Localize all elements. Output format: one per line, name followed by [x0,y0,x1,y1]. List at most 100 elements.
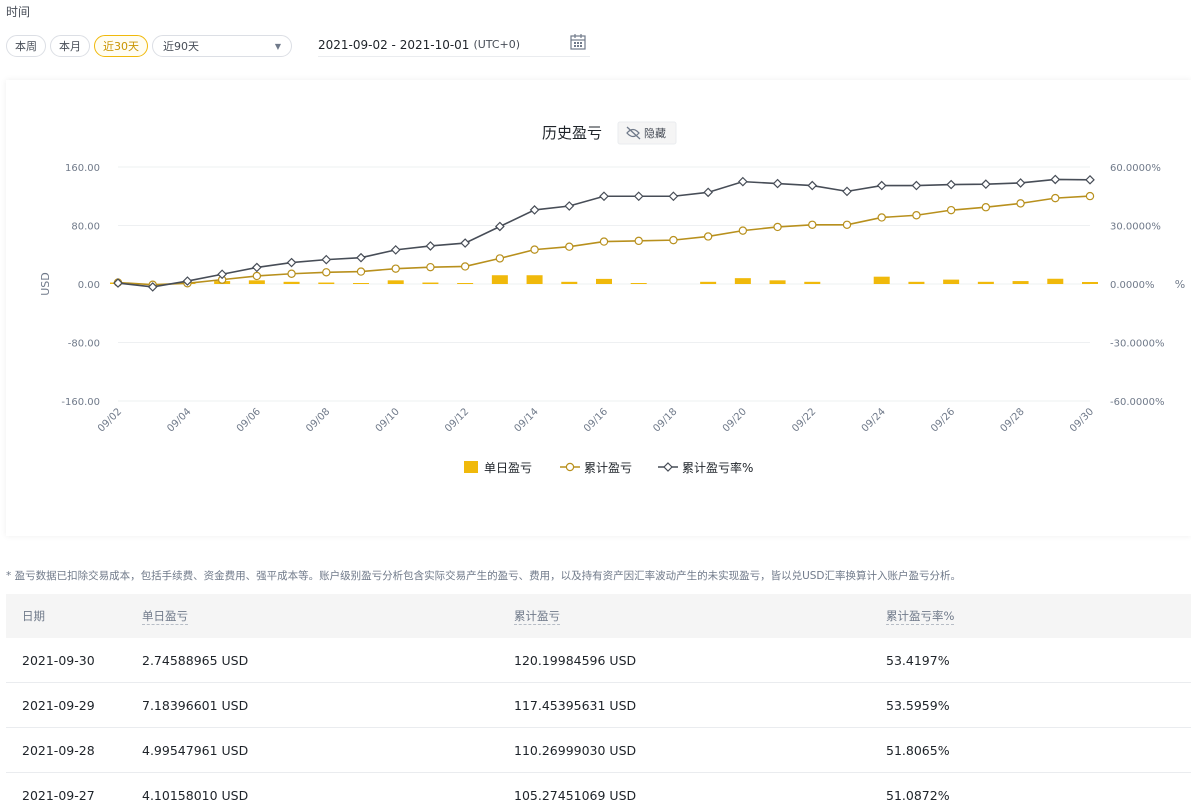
cell-cumulative-pnl: 110.26999030 USD [514,742,637,758]
point-cumulative-pnl [287,269,296,278]
bar-daily-pnl [561,281,578,284]
x-tick-label: 09/24 [860,406,888,434]
point-cumulative-rate [321,254,332,265]
pnl-chart-card: 历史盈亏 隐藏 160.00 80.00 0.00 -80.00 -160.00 60.000… [6,80,1191,536]
bar-daily-pnl [804,281,821,284]
point-cumulative-pnl [773,222,782,232]
bar-daily-pnl [908,281,925,284]
x-tick-label: 09/22 [790,406,818,434]
legend-marker-rate [663,462,673,472]
filter-this-week[interactable]: 本周 [6,35,46,57]
point-cumulative-pnl [669,235,678,245]
cell-date: 2021-09-27 [22,787,95,803]
point-cumulative-rate [495,221,505,232]
cell-cumulative-rate: 51.8065% [886,742,950,758]
date-range-picker[interactable]: 2021-09-02 - 2021-10-01 (UTC+0) [318,33,590,57]
pnl-chart: 历史盈亏 隐藏 160.00 80.00 0.00 -80.00 -160.00 60.000… [39,121,1185,475]
header-daily-pnl[interactable]: 单日盈亏 [142,608,188,625]
bar-daily-pnl [526,275,543,284]
bar-daily-pnl [457,283,474,284]
point-cumulative-pnl [1016,199,1025,208]
cell-daily-pnl: 2.74588965 USD [142,652,249,668]
cell-date: 2021-09-30 [22,652,95,668]
point-cumulative-rate [946,179,956,190]
bar-daily-pnl [873,276,890,284]
hide-label: 隐藏 [644,127,666,140]
point-cumulative-pnl [738,226,748,235]
point-cumulative-rate [981,179,991,190]
point-cumulative-rate [286,257,297,268]
point-cumulative-rate [703,187,713,198]
y-tick-label: -160.00 [61,397,100,408]
x-tick-label: 09/14 [513,406,541,434]
point-cumulative-rate [842,186,852,197]
y2-tick-label: -60.0000% [1110,397,1164,408]
point-cumulative-rate [460,238,470,248]
bar-daily-pnl [387,280,404,284]
x-tick-label: 09/16 [582,406,610,434]
bar-daily-pnl [769,280,786,284]
bar-daily-pnl [630,283,647,284]
legend-label-rate: 累计盈亏率% [682,460,753,475]
cell-daily-pnl: 4.10158010 USD [142,787,249,803]
point-cumulative-pnl [1051,193,1060,203]
point-cumulative-pnl [460,262,470,271]
bar-daily-pnl [491,275,508,284]
bar-daily-pnl [700,281,717,284]
legend-label-daily: 单日盈亏 [484,461,532,475]
y2-axis-label: % [1175,278,1185,291]
bar-daily-pnl [318,282,335,284]
cell-daily-pnl: 4.99547961 USD [142,742,249,758]
period-select[interactable]: 近90天 ▼ [152,35,292,57]
chart-title: 历史盈亏 [542,124,602,142]
x-tick-label: 09/30 [1068,406,1096,434]
point-cumulative-pnl [322,268,331,277]
x-tick-label: 09/06 [235,406,263,434]
point-cumulative-pnl [530,245,539,254]
period-filters: 本周 本月 近30天 近90天 ▼ [6,34,292,58]
point-cumulative-pnl [495,254,505,263]
header-cumulative-rate[interactable]: 累计盈亏率% [886,608,955,625]
point-cumulative-pnl [946,205,956,215]
bar-daily-pnl [422,282,439,284]
bar-daily-pnl [283,281,300,284]
cell-cumulative-rate: 53.5959% [886,697,950,713]
cell-cumulative-rate: 53.4197% [886,652,950,668]
point-cumulative-rate [668,191,679,202]
point-cumulative-pnl [981,203,991,212]
time-section-label: 时间 [6,5,31,19]
point-cumulative-rate [1085,174,1095,185]
y-tick-label: 80.00 [71,222,100,233]
x-tick-label: 09/10 [374,406,402,434]
header-date: 日期 [22,609,45,623]
cell-cumulative-rate: 51.0872% [886,787,950,803]
point-cumulative-rate [356,252,366,263]
x-tick-label: 09/26 [929,406,957,434]
y2-tick-label: 60.0000% [1110,163,1161,174]
cell-cumulative-pnl: 105.27451069 USD [514,787,637,803]
point-cumulative-pnl [252,271,262,281]
legend-label-cumulative: 累计盈亏 [584,461,632,475]
point-cumulative-pnl [912,211,921,220]
calendar-icon[interactable] [570,33,586,51]
bar-daily-pnl [734,278,751,284]
filter-this-month[interactable]: 本月 [50,35,90,57]
point-cumulative-pnl [391,264,400,273]
point-cumulative-pnl [1085,191,1095,201]
point-cumulative-rate [1015,178,1026,188]
cell-date: 2021-09-29 [22,697,95,713]
bar-daily-pnl [353,283,369,284]
timezone-label: (UTC+0) [473,38,521,51]
x-tick-label: 09/18 [651,406,679,434]
header-cumulative-pnl[interactable]: 累计盈亏 [514,608,560,625]
x-tick-label: 09/04 [165,406,193,434]
point-cumulative-rate [390,245,401,255]
point-cumulative-pnl [842,220,852,229]
point-cumulative-rate [529,205,540,215]
cell-date: 2021-09-28 [22,742,95,758]
point-cumulative-rate [564,201,575,211]
y-tick-label: -80.00 [68,339,100,350]
filter-last-30-days[interactable]: 近30天 [94,35,148,57]
point-cumulative-rate [633,191,644,202]
x-tick-label: 09/20 [721,406,749,434]
